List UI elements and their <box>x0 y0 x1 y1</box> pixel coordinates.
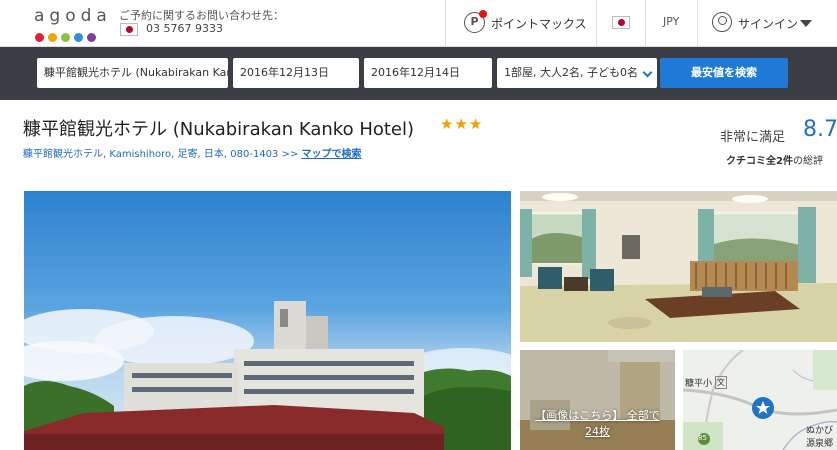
points-max-label: ポイントマックス <box>491 17 587 31</box>
search-bar: 糠平館観光ホテル (Nukabirakan Kanko Hotel) 2016年… <box>0 47 837 100</box>
hotel-address: 糠平館観光ホテル, Kamishihoro, 足寄, 日本, 080-1403 … <box>23 145 362 160</box>
logo-dot <box>87 33 96 42</box>
map-label-place-2: 源泉郷 <box>806 439 834 449</box>
main-hotel-photo[interactable] <box>24 191 511 450</box>
rating-score: 8.7 <box>803 117 837 142</box>
divider <box>445 0 446 47</box>
occupancy-value: 1部屋, 大人2名, 子ども0名 <box>504 66 638 79</box>
logo-dot <box>48 33 57 42</box>
agoda-logo[interactable]: agoda <box>34 6 112 42</box>
more-photos-label: 【画像はこちら】 全部で 24枚 <box>520 408 675 440</box>
destination-field[interactable]: 糠平館観光ホテル (Nukabirakan Kanko Hotel) <box>37 58 228 88</box>
guest-room-photo[interactable] <box>520 191 837 342</box>
occupancy-selector[interactable]: 1部屋, 大人2名, 子ども0名 <box>497 58 657 88</box>
user-icon <box>712 12 732 32</box>
chevron-down-icon <box>642 67 653 78</box>
signin-label: サインイン <box>738 17 799 31</box>
search-button[interactable]: 最安値を検索 <box>660 58 788 88</box>
map-search-link[interactable]: マップで検索 <box>302 149 362 160</box>
checkin-date-field[interactable]: 2016年12月13日 <box>233 58 359 88</box>
divider <box>596 0 597 47</box>
review-count-suffix: の総評 <box>792 156 823 167</box>
review-count[interactable]: クチコミ全2件の総評 <box>726 152 823 167</box>
logo-text: agoda <box>34 6 112 26</box>
map-pin-icon <box>752 397 774 419</box>
room-image <box>520 191 837 342</box>
logo-dots <box>35 27 100 42</box>
star-rating: ★★★ <box>440 115 484 133</box>
more-photos-label-line2: 24枚 <box>585 425 610 438</box>
points-max-icon: P <box>464 10 487 33</box>
checkout-date-field[interactable]: 2016年12月14日 <box>364 58 492 88</box>
currency-selector[interactable]: JPY <box>663 15 679 28</box>
logo-dot <box>61 33 70 42</box>
more-photos-label-line1: 【画像はこちら】 全部で <box>535 409 660 422</box>
divider <box>697 0 698 47</box>
review-count-total: クチコミ全2件 <box>726 156 793 167</box>
logo-dot <box>35 33 44 42</box>
divider <box>645 0 646 47</box>
logo-dot <box>74 33 83 42</box>
japan-flag-icon <box>120 23 138 36</box>
hotel-title: 糠平館観光ホテル (Nukabirakan Kanko Hotel) <box>23 119 415 140</box>
language-flag-icon[interactable] <box>612 16 630 29</box>
rating-label: 非常に満足 <box>720 130 786 145</box>
address-text: 糠平館観光ホテル, Kamishihoro, 足寄, 日本, 080-1403 … <box>23 149 299 160</box>
contact-label: ご予約に関するお問い合わせ先： <box>119 9 284 22</box>
more-photos-tile[interactable]: 【画像はこちら】 全部で 24枚 <box>520 350 675 450</box>
caret-down-icon <box>800 20 812 27</box>
map-school-symbol: 文 <box>715 376 727 389</box>
top-navigation-bar: agoda ご予約に関するお問い合わせ先： 03 5767 9333 P ポイン… <box>0 0 837 47</box>
map-road-number: 85 <box>698 434 707 442</box>
contact-phone: 03 5767 9333 <box>146 22 223 35</box>
location-map-thumbnail[interactable]: 糠平小 文 ぬかび 源泉郷 85 <box>683 350 837 450</box>
map-label-school: 糠平小 <box>685 379 713 389</box>
hotel-exterior-image <box>24 301 511 450</box>
map-label-place-1: ぬかび <box>806 426 834 436</box>
